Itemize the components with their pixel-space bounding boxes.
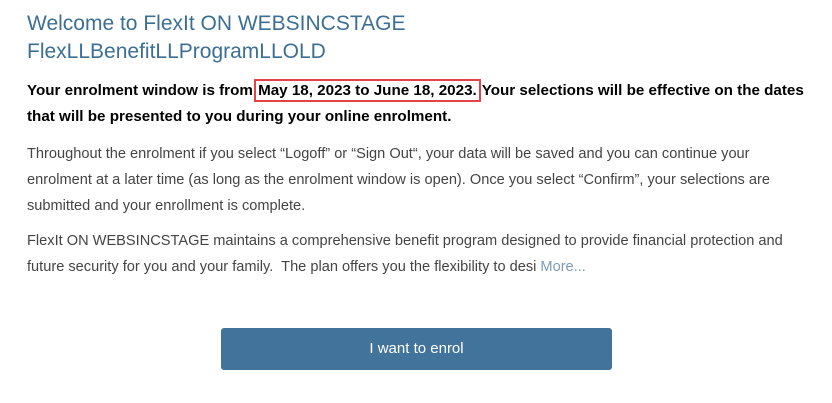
logoff-info-paragraph: Throughout the enrolment if you select “… [27,146,770,214]
more-link[interactable]: More... [540,259,585,275]
enrol-button[interactable]: I want to enrol [221,328,612,370]
enrolment-dates-highlight: May 18, 2023 to June 18, 2023. [254,79,481,102]
program-description-text: FlexIt ON WEBSINCSTAGE maintains a compr… [27,233,783,275]
welcome-panel: Welcome to FlexIt ON WEBSINCSTAGE FlexLL… [27,10,817,280]
page-title-line2: FlexLLBenefitLLProgramLLOLD [27,40,326,63]
page-title: Welcome to FlexIt ON WEBSINCSTAGE FlexLL… [27,10,817,66]
program-description-paragraph: FlexIt ON WEBSINCSTAGE maintains a compr… [27,228,817,280]
enrolment-window-prefix: Your enrolment window is from [27,82,258,99]
page-title-line1: Welcome to FlexIt ON WEBSINCSTAGE [27,12,406,35]
enrolment-window-text: Your enrolment window is from May 18, 20… [27,78,817,130]
